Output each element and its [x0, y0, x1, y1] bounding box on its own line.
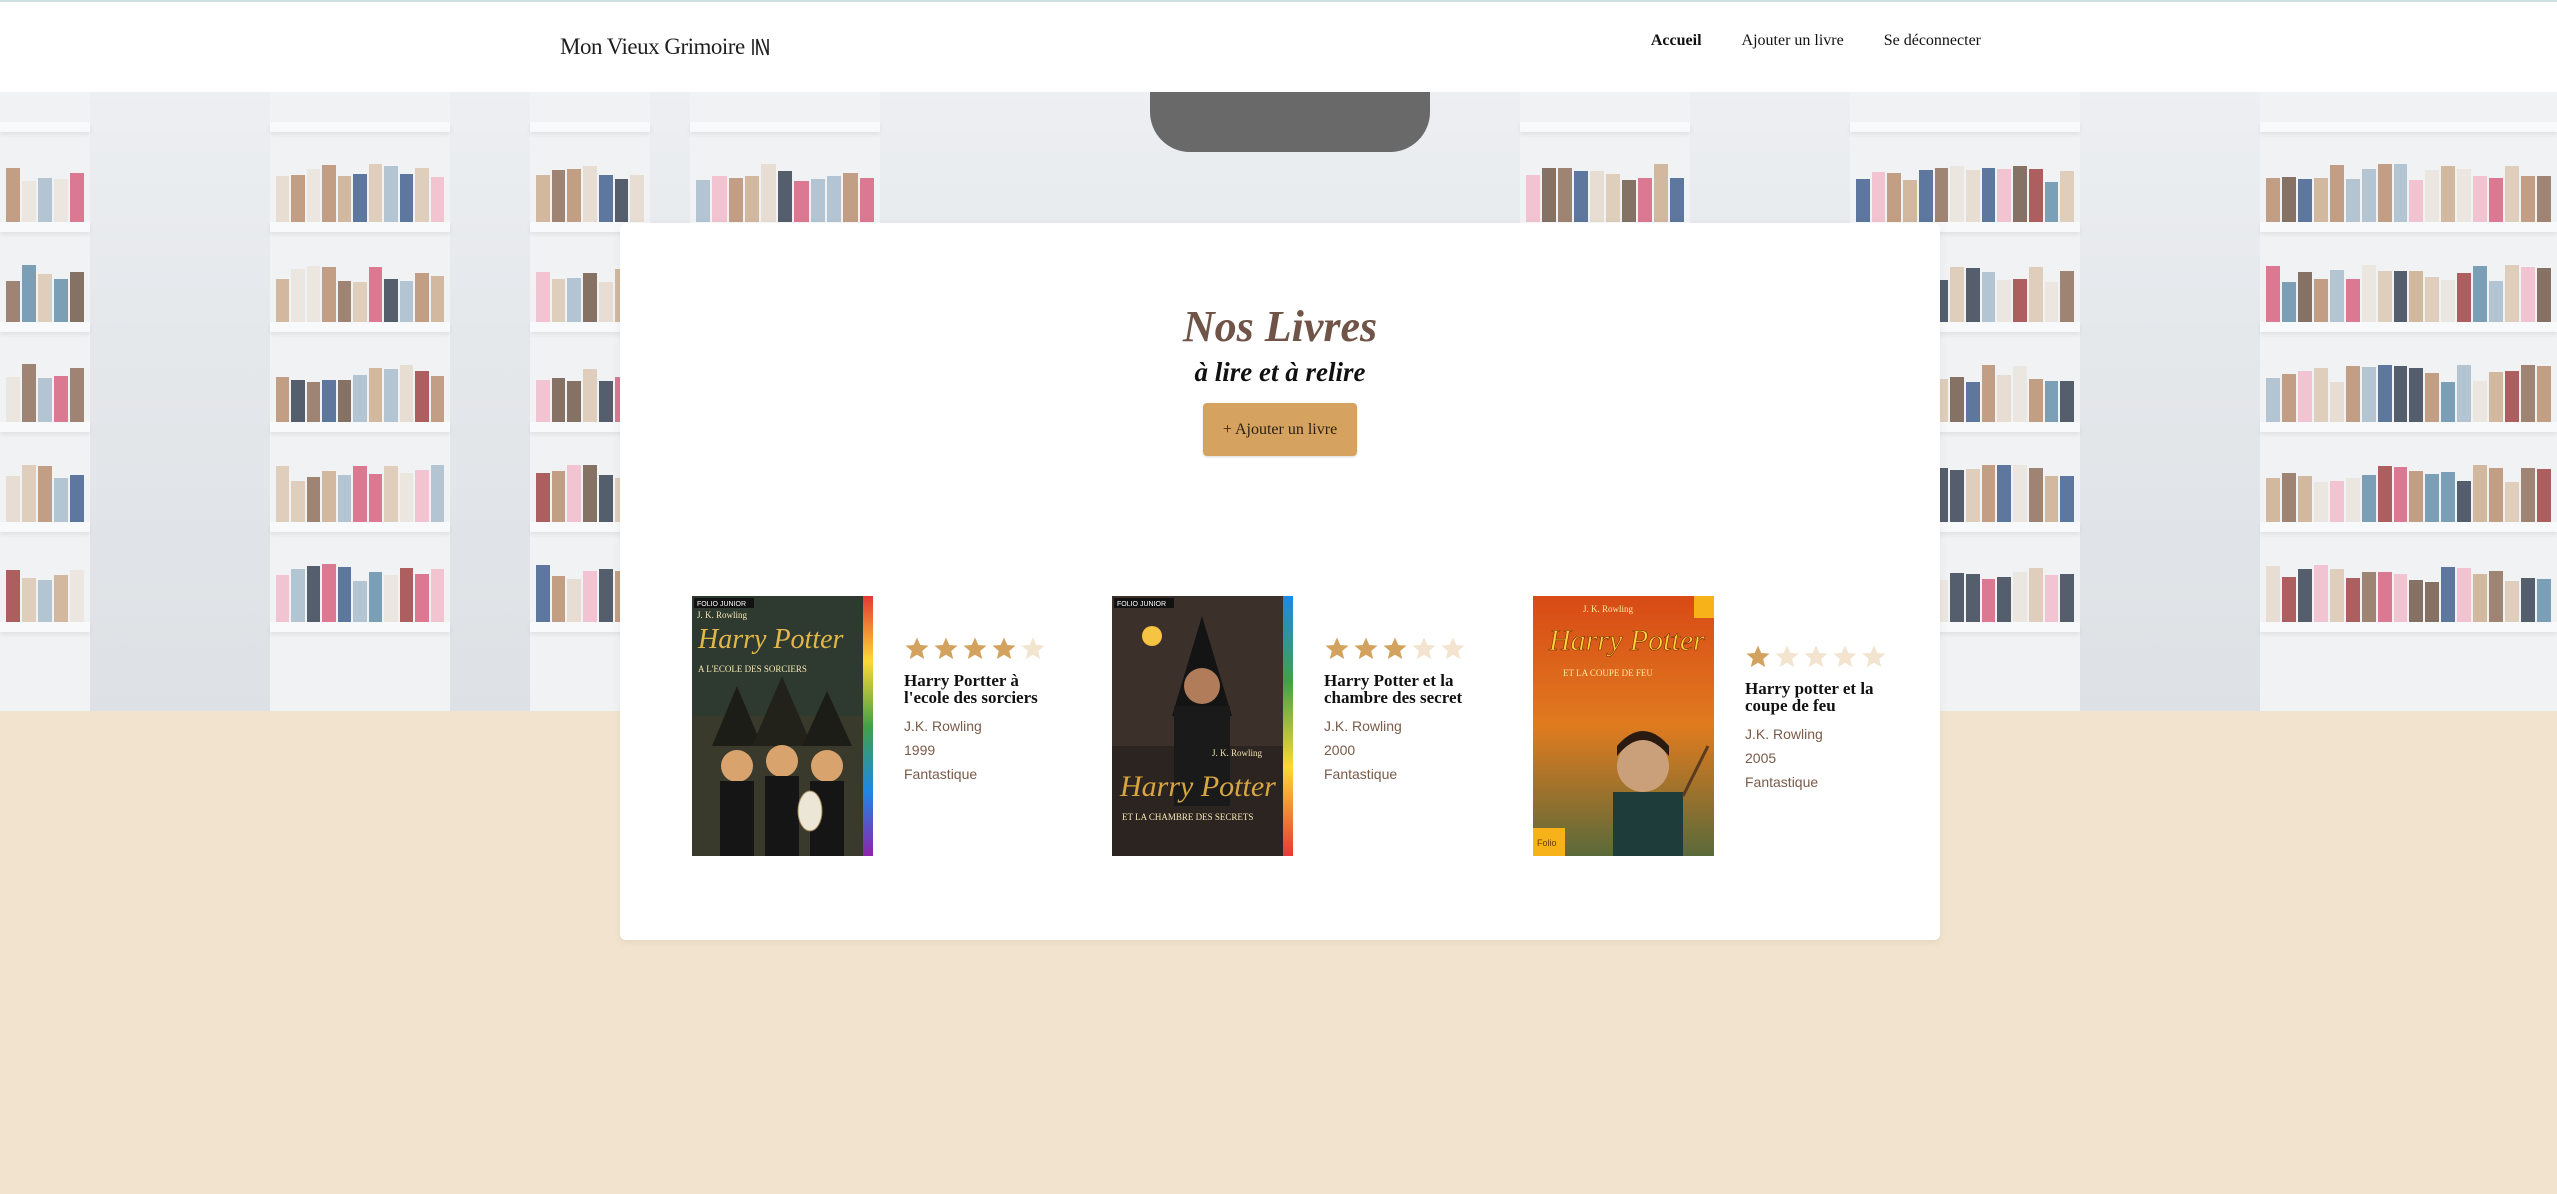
book-author: J.K. Rowling: [1324, 718, 1402, 734]
svg-text:Harry Potter: Harry Potter: [1548, 624, 1705, 657]
svg-text:Harry Potter: Harry Potter: [697, 624, 844, 655]
book-year: 1999: [904, 742, 936, 758]
book-author: J.K. Rowling: [1745, 726, 1823, 742]
book-author: J.K. Rowling: [904, 718, 982, 734]
book-title[interactable]: Harry potter et la coupe de feu: [1745, 680, 1885, 714]
svg-text:A L'ECOLE DES SORCIERS: A L'ECOLE DES SORCIERS: [698, 664, 807, 674]
svg-text:J. K. Rowling: J. K. Rowling: [697, 610, 748, 620]
book-title[interactable]: Harry Portter à l'ecole des sorciers: [904, 672, 1044, 706]
book-genre: Fantastique: [1745, 774, 1819, 790]
star-filled-icon: [934, 637, 958, 659]
star-filled-icon: [1325, 637, 1349, 659]
star-empty-icon: [1833, 645, 1857, 667]
svg-text:Folio: Folio: [1537, 838, 1557, 848]
rating-stars: [904, 636, 1046, 662]
rating-stars: [1745, 644, 1887, 670]
svg-text:ET LA COUPE DE FEU: ET LA COUPE DE FEU: [1563, 668, 1653, 678]
star-filled-icon: [1383, 637, 1407, 659]
star-filled-icon: [1746, 645, 1770, 667]
svg-text:ET LA CHAMBRE DES SECRETS: ET LA CHAMBRE DES SECRETS: [1122, 812, 1253, 822]
star-empty-icon: [1441, 637, 1465, 659]
book-title[interactable]: Harry Potter et la chambre des secret: [1324, 672, 1464, 706]
book-cover-image[interactable]: FOLIO JUNIOR J. K. Rowling Harry Potter …: [692, 596, 873, 856]
svg-text:J. K. Rowling: J. K. Rowling: [1212, 748, 1263, 758]
books-card: Nos Livres à lire et à relire + Ajouter …: [620, 223, 1940, 940]
book-card[interactable]: FOLIO JUNIOR J. K. Rowling Harry Potter …: [1112, 596, 1492, 858]
book-card[interactable]: FOLIO JUNIOR J. K. Rowling Harry Potter …: [692, 596, 1072, 858]
add-book-button[interactable]: + Ajouter un livre: [1203, 403, 1357, 456]
page-subtitle: à lire et à relire: [1194, 357, 1366, 387]
book-genre: Fantastique: [904, 766, 978, 782]
main-nav: Accueil Ajouter un livre Se déconnecter: [1651, 32, 1981, 50]
rating-stars: [1324, 636, 1466, 662]
book-year: 2005: [1745, 750, 1777, 766]
book-logo-icon: [751, 38, 769, 56]
cover-collection-text: FOLIO JUNIOR: [697, 601, 746, 608]
svg-text:J. K. Rowling: J. K. Rowling: [1583, 604, 1634, 614]
book-genre: Fantastique: [1324, 766, 1398, 782]
page-title: Nos Livres: [1182, 302, 1378, 351]
book-card[interactable]: Folio J. K. Rowling Harry Potter ET LA C…: [1533, 596, 1913, 858]
book-info: Harry Potter et la chambre des secret J.…: [1324, 636, 1466, 786]
star-filled-icon: [992, 637, 1016, 659]
star-empty-icon: [1804, 645, 1828, 667]
logo-text: Mon Vieux Grimoire: [560, 34, 745, 59]
svg-text:Harry Potter: Harry Potter: [1119, 770, 1276, 803]
book-info: Harry Portter à l'ecole des sorciers J.K…: [904, 636, 1046, 786]
star-empty-icon: [1862, 645, 1886, 667]
star-empty-icon: [1775, 645, 1799, 667]
book-info: Harry potter et la coupe de feu J.K. Row…: [1745, 644, 1887, 794]
svg-text:FOLIO JUNIOR: FOLIO JUNIOR: [1117, 601, 1166, 608]
star-filled-icon: [905, 637, 929, 659]
star-filled-icon: [963, 637, 987, 659]
nav-link-se-deconnecter[interactable]: Se déconnecter: [1884, 32, 1981, 50]
nav-link-ajouter-un-livre[interactable]: Ajouter un livre: [1742, 32, 1844, 50]
site-header: Mon Vieux Grimoire Accueil Ajouter un li…: [0, 0, 2557, 92]
site-logo[interactable]: Mon Vieux Grimoire: [560, 34, 771, 60]
star-filled-icon: [1354, 637, 1378, 659]
nav-link-accueil[interactable]: Accueil: [1651, 32, 1702, 50]
star-empty-icon: [1412, 637, 1436, 659]
book-cover-image[interactable]: FOLIO JUNIOR J. K. Rowling Harry Potter …: [1112, 596, 1293, 856]
book-cover-image[interactable]: Folio J. K. Rowling Harry Potter ET LA C…: [1533, 596, 1714, 856]
star-empty-icon: [1021, 637, 1045, 659]
book-year: 2000: [1324, 742, 1356, 758]
